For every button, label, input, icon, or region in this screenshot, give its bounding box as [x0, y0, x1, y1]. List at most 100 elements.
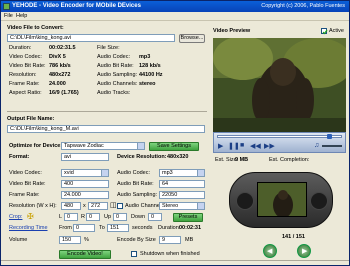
- crop-l-field[interactable]: 0: [64, 213, 78, 221]
- volume-label: Volume: [9, 237, 28, 243]
- output-file-field[interactable]: C:\DL\Film\king_kong_M.avi: [7, 125, 205, 133]
- info-audio-bitrate: 128 kb/s: [139, 63, 161, 69]
- audio-sampling-label: Audio Sampling:: [117, 192, 158, 198]
- info-audio-codec-label: Audio Codec:: [97, 54, 131, 60]
- seek-track[interactable]: [217, 134, 342, 139]
- device-screen-image: [258, 183, 306, 216]
- info-audio-bitrate-label: Audio Bit Rate:: [97, 63, 134, 69]
- output-section-label: Output File Name:: [7, 116, 55, 122]
- resolution-label: Resolution (W x H):: [9, 203, 57, 209]
- encode-size-field[interactable]: 9: [159, 236, 181, 244]
- crop-down-field[interactable]: 0: [148, 213, 162, 221]
- to-field[interactable]: 151: [107, 224, 129, 232]
- audio-codec-select[interactable]: mp3: [159, 169, 205, 177]
- format-field[interactable]: avi: [61, 153, 109, 161]
- info-resolution-label: Resolution:: [9, 72, 37, 78]
- shutdown-label: Shutdown when finished: [140, 251, 200, 257]
- info-video-codec: DivX 5: [49, 54, 66, 60]
- resolution-height-field[interactable]: 272: [88, 202, 108, 210]
- est-size-value: 9 MB: [235, 157, 249, 163]
- encode-size-label: Encode By Size: [117, 237, 156, 243]
- menu-file[interactable]: File: [4, 13, 13, 19]
- presets-button[interactable]: Presets: [173, 213, 203, 222]
- left-arrow-icon: ◀: [267, 248, 273, 255]
- crop-label[interactable]: Crop:: [9, 214, 22, 221]
- from-label: From: [59, 225, 72, 231]
- info-video-bitrate: 786 kb/s: [49, 63, 71, 69]
- crop-r-label: R: [81, 214, 85, 220]
- crop-move-icon[interactable]: ✠: [27, 213, 34, 221]
- duration-label: Duration:: [158, 225, 181, 231]
- crop-r-field[interactable]: 0: [86, 213, 100, 221]
- encode-size-unit: MB: [185, 237, 194, 243]
- crop-down-label: Down: [131, 214, 146, 220]
- audio-sampling-field[interactable]: 22050: [159, 191, 205, 199]
- device-dpad-left: [236, 192, 254, 210]
- to-label: To: [99, 225, 105, 231]
- device-select[interactable]: Tapwave Zodiac: [61, 142, 145, 150]
- audio-channels-select[interactable]: Stereo: [159, 202, 205, 210]
- volume-unit: %: [84, 237, 89, 243]
- recording-time-label[interactable]: Recording Time: [9, 225, 48, 232]
- volume-field[interactable]: 150: [59, 236, 81, 244]
- playback-controls: ▶ ❚❚ ■ ◀◀ ▶▶ ♫: [213, 132, 346, 153]
- info-audio-tracks-label: Audio Tracks:: [97, 90, 131, 96]
- device-image: [229, 172, 333, 228]
- seek-handle[interactable]: [327, 134, 332, 139]
- info-duration-label: Duration:: [9, 45, 32, 51]
- input-file-field[interactable]: C:\DL\Film\king_kong.avi: [7, 34, 175, 42]
- audio-channels-checkbox[interactable]: [117, 203, 123, 209]
- device-dpad-right: [310, 192, 328, 210]
- input-section-label: Video File to Convert:: [7, 25, 64, 31]
- info-aspect: 16/9 (1.765): [49, 90, 79, 96]
- active-checkbox[interactable]: [321, 28, 328, 35]
- right-arrow-icon: ▶: [302, 248, 308, 255]
- active-label: Active: [329, 28, 344, 34]
- status-bar: [1, 260, 349, 266]
- browse-button[interactable]: Browse...: [179, 34, 205, 43]
- device-res-label: Device Resolution:: [117, 154, 167, 160]
- info-resolution: 480x272: [49, 72, 71, 78]
- video-bitrate-field[interactable]: 400: [61, 180, 109, 188]
- video-codec-select[interactable]: xvid: [61, 169, 109, 177]
- audio-bitrate-field[interactable]: 64: [159, 180, 205, 188]
- device-res-value: 480x320: [167, 154, 189, 160]
- rewind-icon[interactable]: ◀◀: [250, 142, 261, 150]
- resolution-width-field[interactable]: 480: [61, 202, 81, 210]
- info-file-size-label: File Size:: [97, 45, 120, 51]
- frame-rate-field[interactable]: 24.000: [61, 191, 109, 199]
- audio-bitrate-label: Audio Bit Rate:: [117, 181, 154, 187]
- main-window: YEHODE - Video Encoder for MObile DEvice…: [0, 0, 350, 266]
- crop-up-field[interactable]: 0: [113, 213, 127, 221]
- info-audio-channels: stereo: [139, 81, 156, 87]
- next-frame-button[interactable]: ▶: [297, 244, 311, 258]
- previous-frame-button[interactable]: ◀: [263, 244, 277, 258]
- divider: [7, 111, 207, 112]
- menu-help[interactable]: Help: [16, 13, 27, 19]
- optimize-label: Optimize for Device:: [9, 143, 63, 149]
- encode-video-button[interactable]: Encode Video!: [59, 250, 111, 259]
- app-icon: [3, 3, 10, 10]
- shutdown-checkbox[interactable]: [131, 251, 137, 257]
- info-audio-sampling: 44100 Hz: [139, 72, 163, 78]
- stop-icon[interactable]: ■: [240, 142, 244, 149]
- frame-counter: 141 / 151: [282, 234, 305, 240]
- lock-aspect-icon[interactable]: ◫: [110, 202, 117, 209]
- video-bitrate-label: Video Bit Rate:: [9, 181, 46, 187]
- play-icon[interactable]: ▶: [218, 142, 223, 150]
- from-field[interactable]: 0: [73, 224, 95, 232]
- video-preview: [213, 38, 346, 132]
- volume-slider[interactable]: [322, 145, 342, 147]
- fast-forward-icon[interactable]: ▶▶: [264, 142, 275, 150]
- resolution-x-label: x: [83, 203, 86, 209]
- video-preview-label: Video Preview: [213, 28, 251, 34]
- copyright-text: Copyright (c) 2006, Pablo Fuentes: [261, 3, 345, 9]
- save-settings-button[interactable]: Save Settings: [149, 142, 199, 151]
- volume-icon[interactable]: ♫: [314, 142, 319, 149]
- info-frame-rate: 24.000: [49, 81, 66, 87]
- pause-icon[interactable]: ❚❚: [228, 142, 240, 150]
- frame-rate-label: Frame Rate:: [9, 192, 40, 198]
- video-codec-label: Video Codec:: [9, 170, 42, 176]
- info-aspect-label: Aspect Ratio:: [9, 90, 42, 96]
- info-duration: 00:02:31.5: [49, 45, 76, 51]
